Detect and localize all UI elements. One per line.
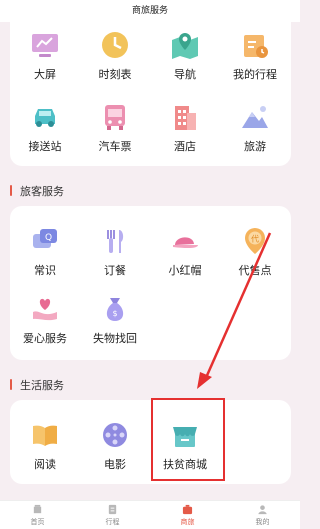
services-card: 大屏 时刻表 导航 我的行程 接送站 汽车票 酒店 旅游 [10, 20, 291, 166]
tab-business-travel[interactable]: 商旅 [150, 501, 225, 529]
service-label: 我的行程 [233, 68, 277, 81]
service-label: 常识 [34, 264, 56, 277]
life-services-card: 阅读 电影 扶贫商城 [10, 400, 291, 484]
mountain-icon [242, 106, 268, 128]
service-label: 阅读 [34, 458, 56, 471]
service-label: 接送站 [28, 140, 62, 153]
service-care[interactable]: 爱心服务 [10, 294, 80, 346]
service-sales-point[interactable]: 代 代售点 [220, 226, 290, 278]
map-icon [172, 33, 198, 59]
service-label: 电影 [104, 458, 126, 471]
service-label: 失物找回 [93, 332, 137, 345]
user-icon [258, 505, 267, 515]
service-red-cap[interactable]: 小红帽 [150, 226, 220, 278]
svg-text:Q: Q [45, 233, 52, 243]
location-pin-icon: 代 [245, 228, 265, 254]
service-label: 旅游 [244, 140, 266, 153]
cap-icon [173, 237, 198, 249]
bottom-tab-bar: 首页 行程 商旅 我的 [0, 500, 300, 529]
heart-hand-icon [33, 298, 57, 321]
service-label: 汽车票 [98, 140, 132, 153]
svg-text:代: 代 [251, 234, 259, 244]
car-icon [35, 109, 55, 127]
service-lost-found[interactable]: $ 失物找回 [80, 294, 150, 346]
service-big-screen[interactable]: 大屏 [10, 30, 80, 82]
service-label: 订餐 [104, 264, 126, 277]
chat-icon: Q [33, 229, 57, 248]
book-icon [33, 425, 57, 446]
service-knowledge[interactable]: Q 常识 [10, 226, 80, 278]
service-label: 代售点 [238, 264, 272, 277]
service-hotel[interactable]: 酒店 [150, 102, 220, 154]
service-order-meal[interactable]: 订餐 [80, 226, 150, 278]
service-reading[interactable]: 阅读 [10, 420, 80, 472]
passenger-services-card: Q 常识 订餐 小红帽 代 代售点 爱心服务 $ 失物找回 [10, 206, 291, 360]
service-bus-ticket[interactable]: 汽车票 [80, 102, 150, 154]
hotel-icon [175, 106, 196, 130]
tab-label: 我的 [255, 518, 270, 526]
monitor-icon [32, 34, 58, 57]
service-label: 大屏 [34, 68, 56, 81]
tab-label: 首页 [30, 518, 45, 526]
service-label: 扶贫商城 [163, 458, 207, 471]
service-label: 时刻表 [98, 68, 132, 81]
tab-label: 商旅 [180, 518, 195, 526]
film-reel-icon [103, 423, 127, 447]
service-timetable[interactable]: 时刻表 [80, 30, 150, 82]
tab-home[interactable]: 首页 [0, 501, 75, 529]
service-label: 导航 [174, 68, 196, 81]
money-bag-icon: $ [106, 298, 124, 321]
cutlery-icon [107, 230, 124, 253]
bus-icon [105, 105, 125, 130]
service-movie[interactable]: 电影 [80, 420, 150, 472]
section-title-passenger: 旅客服务 [10, 183, 64, 199]
service-navigation[interactable]: 导航 [150, 30, 220, 82]
service-label: 爱心服务 [23, 332, 67, 345]
shop-icon [173, 427, 197, 447]
tab-itinerary[interactable]: 行程 [75, 501, 150, 529]
service-label: 小红帽 [168, 264, 202, 277]
service-poverty-mall[interactable]: 扶贫商城 [150, 420, 220, 472]
service-travel[interactable]: 旅游 [220, 102, 290, 154]
tab-label: 行程 [105, 518, 120, 526]
briefcase-icon [182, 504, 193, 515]
section-title-life: 生活服务 [10, 377, 64, 393]
service-my-trip[interactable]: 我的行程 [220, 30, 290, 82]
calendar-icon [244, 35, 268, 58]
home-icon [33, 504, 42, 514]
tab-mine[interactable]: 我的 [225, 501, 300, 529]
page-title: 商旅服务 [0, 0, 300, 22]
itinerary-icon [108, 504, 117, 515]
svg-text:$: $ [112, 309, 117, 318]
clock-icon [102, 32, 128, 58]
service-pickup[interactable]: 接送站 [10, 102, 80, 154]
service-label: 酒店 [174, 140, 196, 153]
